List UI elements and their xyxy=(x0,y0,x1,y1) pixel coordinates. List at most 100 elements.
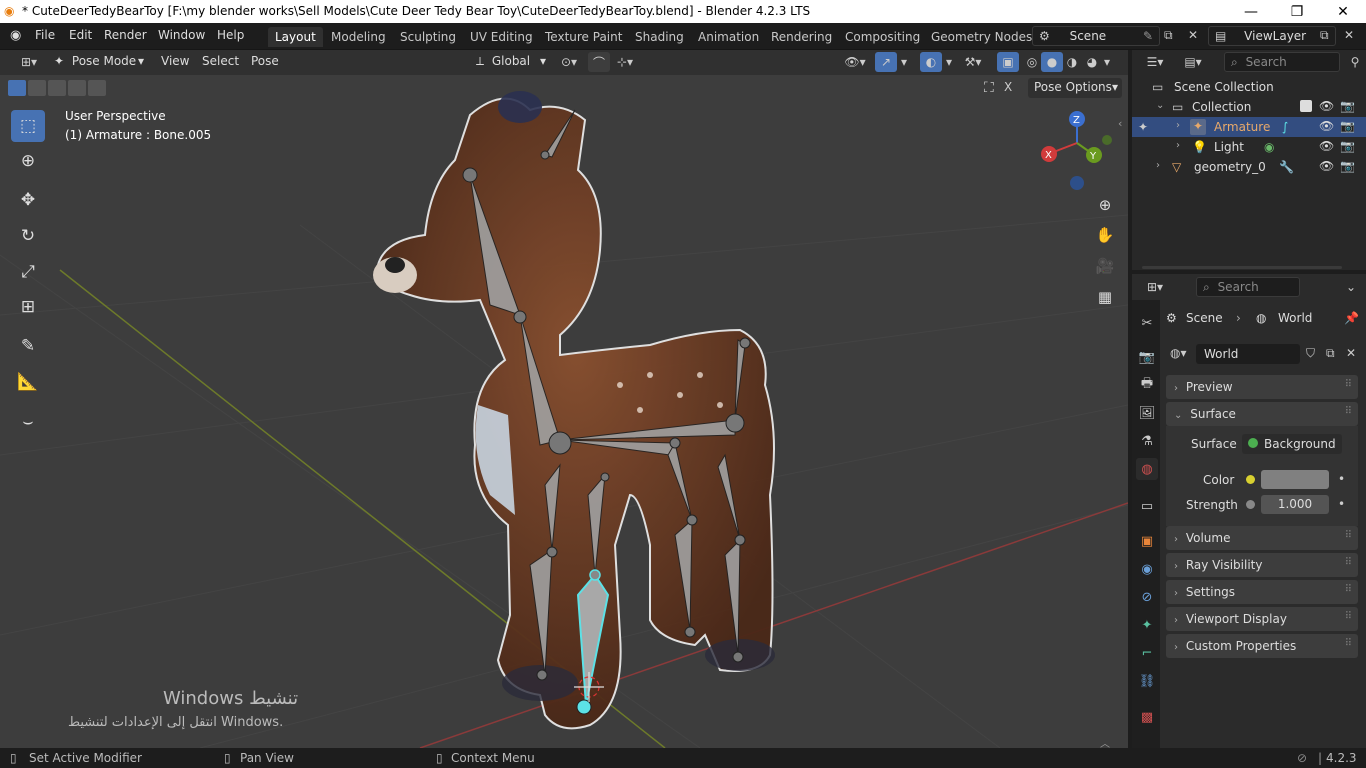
snap-target-icon[interactable]: ⊹▾ xyxy=(610,52,640,72)
chevron-right-icon[interactable]: › xyxy=(1176,140,1180,151)
object-data-tab-icon[interactable]: ✦ xyxy=(1136,614,1158,636)
select-subtract-icon[interactable] xyxy=(48,80,66,96)
menu-render[interactable]: Render xyxy=(104,28,147,42)
render-camera-icon[interactable]: 📷 xyxy=(1340,99,1355,113)
close-icon[interactable]: ✕ xyxy=(1320,0,1366,23)
pivot-point-icon[interactable]: ⊙▾ xyxy=(554,52,584,72)
chevron-right-icon[interactable]: › xyxy=(1176,120,1180,131)
world-name-field[interactable]: World xyxy=(1196,344,1300,364)
pin-icon[interactable]: ✎ xyxy=(1143,29,1153,43)
unlink-world-icon[interactable]: ✕ xyxy=(1346,346,1356,360)
delete-scene-icon[interactable]: ✕ xyxy=(1188,28,1198,42)
new-scene-icon[interactable]: ⧉ xyxy=(1164,28,1173,43)
scene-selector[interactable]: ⚙ Scene ✎ xyxy=(1032,26,1160,46)
outliner-row-collection[interactable]: ⌄ ▭ Collection 👁 📷 xyxy=(1132,97,1366,117)
panel-surface-header[interactable]: ⌄ Surface ⠿ xyxy=(1166,402,1358,426)
eye-icon[interactable]: 👁 xyxy=(1319,139,1334,153)
properties-editor-type-icon[interactable]: ⊞▾ xyxy=(1140,277,1170,297)
scene-tab-icon[interactable]: ⚗ xyxy=(1136,430,1158,452)
select-intersect-icon[interactable] xyxy=(88,80,106,96)
keyframe-dot-icon[interactable]: • xyxy=(1338,472,1345,486)
transform-orientation-selector[interactable]: ⟂ Global ▾ xyxy=(470,52,548,72)
drag-handle-icon[interactable]: ⠿ xyxy=(1345,406,1352,417)
exclude-checkbox[interactable] xyxy=(1300,100,1312,112)
eye-icon[interactable]: 👁 xyxy=(1319,159,1334,173)
pin-icon[interactable]: 📌 xyxy=(1344,311,1359,325)
tab-sculpting[interactable]: Sculpting xyxy=(393,27,463,47)
strength-field[interactable]: 1.000 xyxy=(1261,495,1329,514)
pose-mode-icon[interactable]: ✦ xyxy=(1138,120,1148,134)
armature-data-icon[interactable]: ∫ xyxy=(1282,120,1288,134)
new-world-icon[interactable]: ⧉ xyxy=(1326,346,1335,361)
outliner-row-geometry-0[interactable]: › ▽ geometry_0 🔧 👁 📷 xyxy=(1132,157,1366,177)
tab-compositing[interactable]: Compositing xyxy=(838,27,927,47)
menu-edit[interactable]: Edit xyxy=(69,28,92,42)
chevron-down-icon[interactable]: ⌄ xyxy=(1156,100,1164,111)
chevron-down-icon[interactable]: ▾ xyxy=(897,52,911,72)
new-viewlayer-icon[interactable]: ⧉ xyxy=(1320,28,1329,43)
transform-icon[interactable]: ⊞ xyxy=(11,291,45,323)
xray-toggle-icon[interactable]: ▣ xyxy=(997,52,1019,72)
overlays-toggle-icon[interactable]: ◐ xyxy=(920,52,942,72)
bone-relax-icon[interactable]: ⌣ xyxy=(11,406,45,438)
outliner-row-scene-collection[interactable]: ▭ Scene Collection xyxy=(1132,77,1366,97)
properties-search-input[interactable]: ⌕ Search xyxy=(1196,277,1300,297)
pose-options-dropdown[interactable]: Pose Options ▾ xyxy=(1028,78,1122,98)
menu-window[interactable]: Window xyxy=(158,28,205,42)
tab-layout[interactable]: Layout xyxy=(268,27,323,47)
ortho-grid-icon[interactable]: ▦ xyxy=(1092,284,1118,310)
eye-icon[interactable]: 👁 xyxy=(1319,119,1334,133)
outliner-editor-type-icon[interactable]: ☰▾ xyxy=(1140,52,1170,72)
panel-preview[interactable]: › Preview ⠿ xyxy=(1166,375,1358,399)
physics-tab-icon[interactable]: ◉ xyxy=(1136,558,1158,580)
tab-geometry-nodes[interactable]: Geometry Nodes xyxy=(924,27,1039,47)
select-box-icon[interactable]: ⬚ xyxy=(11,110,45,142)
tab-shading[interactable]: Shading xyxy=(628,27,691,47)
rotate-icon[interactable]: ↻ xyxy=(11,220,45,252)
panel-ray-visibility[interactable]: › Ray Visibility ⠿ xyxy=(1166,553,1358,577)
chevron-right-icon[interactable]: › xyxy=(1156,160,1160,171)
tab-texture-paint[interactable]: Texture Paint xyxy=(538,27,629,47)
zoom-icon[interactable]: ⊕ xyxy=(1092,192,1118,218)
bone-constraints-tab-icon[interactable]: ⛓ xyxy=(1136,670,1158,692)
gizmo-options-icon[interactable]: ⛶ xyxy=(984,80,994,96)
tab-modeling[interactable]: Modeling xyxy=(324,27,393,47)
deer-model[interactable] xyxy=(373,91,775,730)
world-tab-icon[interactable]: ◍ xyxy=(1136,458,1158,480)
camera-view-icon[interactable]: 🎥 xyxy=(1092,253,1118,279)
solid-shading-icon[interactable]: ● xyxy=(1041,52,1063,72)
collapse-up-icon[interactable]: ︿ xyxy=(1100,735,1110,748)
render-tab-icon[interactable]: 📷 xyxy=(1136,346,1158,368)
world-icon[interactable]: ◍▾ xyxy=(1170,346,1187,360)
menu-help[interactable]: Help xyxy=(217,28,244,42)
select-new-icon[interactable] xyxy=(8,80,26,96)
mode-selector[interactable]: ✦ Pose Mode ▾ xyxy=(48,52,148,72)
tab-rendering[interactable]: Rendering xyxy=(764,27,839,47)
xray-bone-icon[interactable]: ⚒▾ xyxy=(960,52,986,72)
minimize-icon[interactable]: — xyxy=(1228,0,1274,23)
outliner-scrollbar[interactable] xyxy=(1142,266,1342,269)
drag-handle-icon[interactable]: ⠿ xyxy=(1345,379,1352,390)
strength-socket-icon[interactable] xyxy=(1246,500,1255,509)
collection-tab-icon[interactable]: ▭ xyxy=(1136,495,1158,517)
wrench-icon[interactable]: 🔧 xyxy=(1279,160,1294,174)
menu-view[interactable]: View xyxy=(161,54,189,68)
annotate-icon[interactable]: ✎ xyxy=(11,330,45,362)
delete-viewlayer-icon[interactable]: ✕ xyxy=(1344,28,1354,42)
visibility-icon[interactable]: 👁▾ xyxy=(840,52,870,72)
outliner-search-input[interactable]: ⌕ Search xyxy=(1224,52,1340,72)
render-camera-icon[interactable]: 📷 xyxy=(1340,119,1355,133)
light-data-icon[interactable]: ◉ xyxy=(1264,140,1274,154)
tool-tab-icon[interactable]: ✂ xyxy=(1136,312,1158,334)
menu-file[interactable]: File xyxy=(35,28,55,42)
render-camera-icon[interactable]: 📷 xyxy=(1340,139,1355,153)
gizmo-neg-z-icon[interactable] xyxy=(1070,176,1084,190)
tab-animation[interactable]: Animation xyxy=(691,27,766,47)
drag-handle-icon[interactable]: ⠿ xyxy=(1345,611,1352,622)
gizmo-neg-x-icon[interactable] xyxy=(1102,135,1112,145)
tab-uv-editing[interactable]: UV Editing xyxy=(463,27,540,47)
drag-handle-icon[interactable]: ⠿ xyxy=(1345,638,1352,649)
menu-select[interactable]: Select xyxy=(202,54,239,68)
outliner-display-mode-icon[interactable]: ▤▾ xyxy=(1178,52,1208,72)
fake-user-icon[interactable]: ⛉ xyxy=(1306,346,1315,361)
